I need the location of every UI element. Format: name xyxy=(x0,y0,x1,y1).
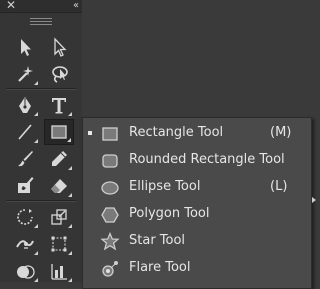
menu-item-label: Flare Tool xyxy=(129,260,191,275)
direct-selection-tool-icon xyxy=(54,37,67,57)
blob-brush-tool-icon xyxy=(18,177,34,193)
pencil-tool-icon xyxy=(52,151,67,166)
paintbrush-tool[interactable] xyxy=(10,146,40,172)
close-icon[interactable]: ✕ xyxy=(6,0,16,12)
selection-tool-icon xyxy=(21,39,31,56)
free-transform-tool-icon xyxy=(51,236,67,252)
tearoff-arrow-icon[interactable] xyxy=(312,197,316,203)
shape-builder-tool-icon xyxy=(17,265,35,279)
menu-item-shortcut: (L) xyxy=(270,179,288,194)
menu-item-ellipse-tool[interactable]: Ellipse Tool (L) xyxy=(83,174,311,201)
free-transform-tool[interactable] xyxy=(44,231,74,257)
panel-grip[interactable] xyxy=(30,18,52,25)
ellipse-icon xyxy=(101,181,119,195)
menu-item-label: Rectangle Tool xyxy=(129,125,224,140)
type-tool-icon xyxy=(52,98,66,114)
graph-tool[interactable] xyxy=(44,258,74,284)
lasso-tool[interactable] xyxy=(44,61,74,87)
shape-builder-tool[interactable] xyxy=(10,258,40,284)
pencil-tool[interactable] xyxy=(44,146,74,172)
rectangle-tool[interactable] xyxy=(44,119,74,145)
type-tool[interactable] xyxy=(44,92,74,118)
menu-item-star-tool[interactable]: Star Tool xyxy=(83,228,311,255)
pen-tool-icon xyxy=(19,97,31,113)
menu-item-label: Rounded Rectangle Tool xyxy=(129,152,285,167)
menu-item-rectangle-tool[interactable]: Rectangle Tool (M) xyxy=(83,120,311,147)
shape-tools-flyout: Rectangle Tool (M) Rounded Rectangle Too… xyxy=(82,117,312,289)
scale-tool[interactable] xyxy=(44,204,74,230)
width-tool-icon xyxy=(16,240,34,249)
direct-selection-tool[interactable] xyxy=(44,34,74,60)
width-tool[interactable] xyxy=(10,231,40,257)
menu-item-polygon-tool[interactable]: Polygon Tool xyxy=(83,201,311,228)
panel-titlebar: ✕ ‹‹ xyxy=(0,0,82,13)
menu-item-label: Star Tool xyxy=(129,233,186,248)
eraser-tool-icon xyxy=(51,179,67,193)
pen-tool[interactable] xyxy=(10,92,40,118)
current-tool-bullet xyxy=(88,131,92,135)
graph-tool-icon xyxy=(51,264,67,280)
blob-brush-tool[interactable] xyxy=(10,173,40,199)
tools-panel: ✕ ‹‹ xyxy=(0,0,82,282)
polygon-icon xyxy=(101,207,119,223)
rotate-tool[interactable] xyxy=(10,204,40,230)
flare-icon xyxy=(102,261,118,277)
line-segment-tool-icon xyxy=(18,124,32,140)
magic-wand-tool-icon xyxy=(18,66,33,82)
scale-tool-icon xyxy=(51,209,67,225)
menu-item-shortcut: (M) xyxy=(270,125,292,140)
magic-wand-tool[interactable] xyxy=(10,61,40,87)
menu-item-label: Polygon Tool xyxy=(129,206,210,221)
lasso-tool-icon xyxy=(52,66,68,83)
paintbrush-tool-icon xyxy=(18,151,33,167)
line-segment-tool[interactable] xyxy=(10,119,40,145)
menu-item-rounded-rectangle-tool[interactable]: Rounded Rectangle Tool xyxy=(83,147,311,174)
rotate-tool-icon xyxy=(17,209,33,225)
menu-item-label: Ellipse Tool xyxy=(129,179,201,194)
collapse-panel-icon[interactable]: ‹‹ xyxy=(73,0,79,13)
star-icon xyxy=(100,232,120,251)
rectangle-icon xyxy=(102,127,118,141)
menu-item-flare-tool[interactable]: Flare Tool xyxy=(83,255,311,282)
rounded-rectangle-icon xyxy=(102,154,118,168)
selection-tool[interactable] xyxy=(10,34,40,60)
eraser-tool[interactable] xyxy=(44,173,74,199)
